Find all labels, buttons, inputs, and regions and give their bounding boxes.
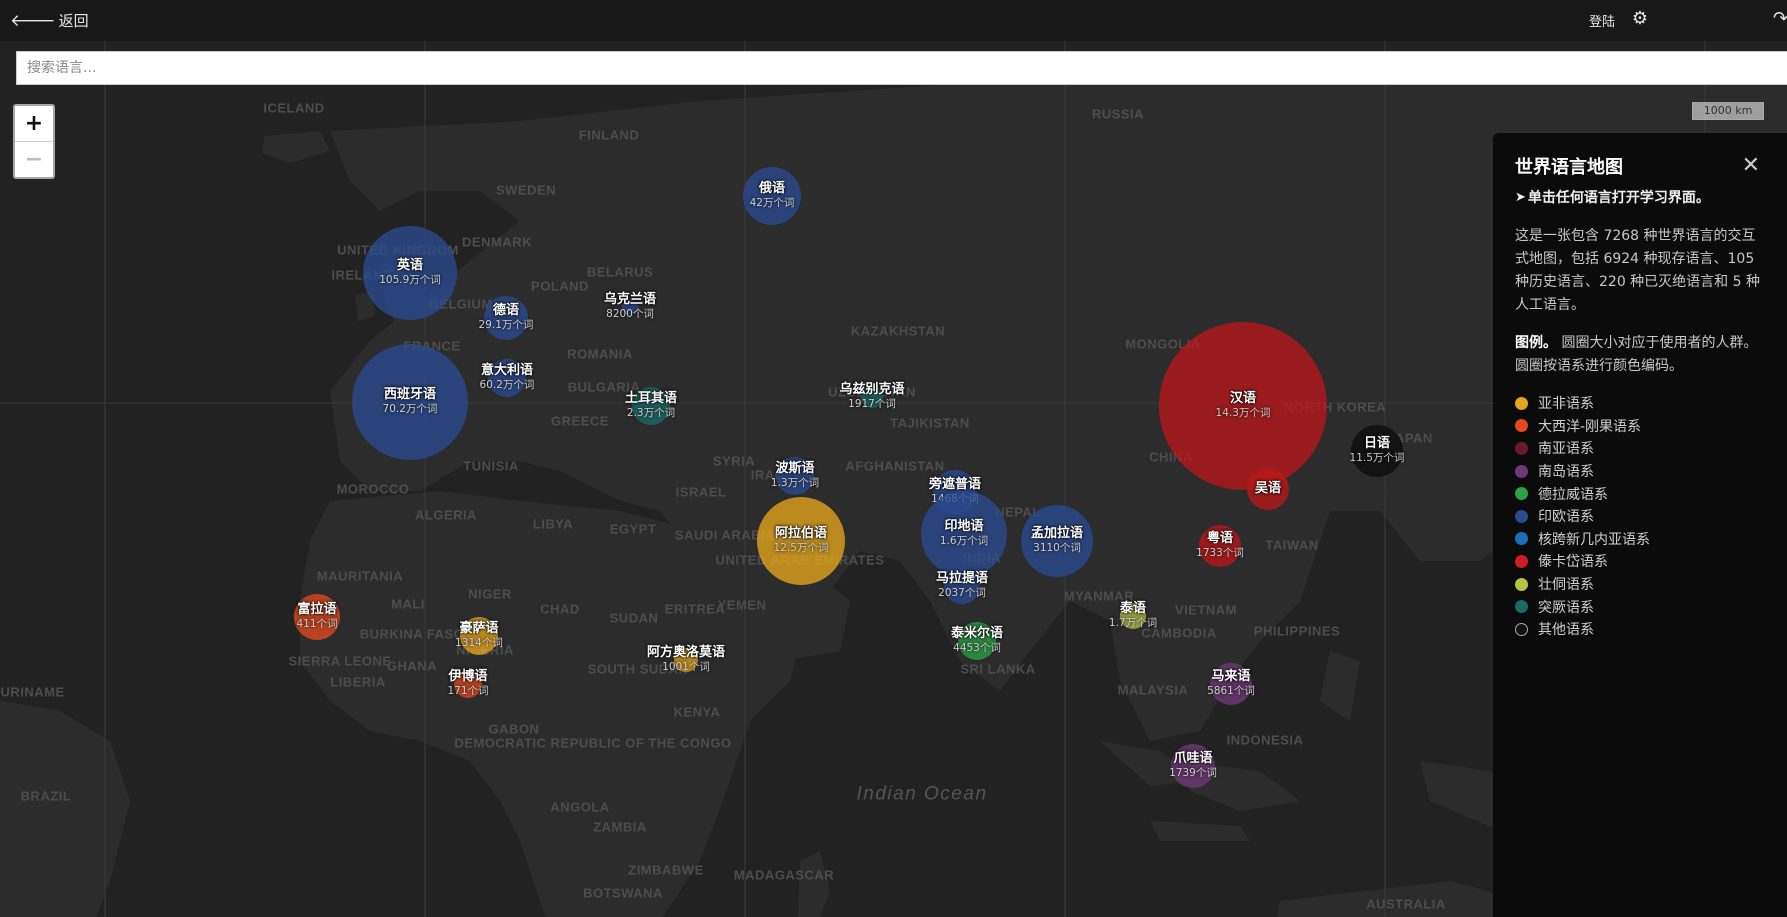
arrow-left-icon: 🡐 [10,10,56,31]
zoom-in-button[interactable]: + [15,106,53,141]
search-input[interactable] [16,51,1787,85]
legend-item: 核跨新几内亚语系 [1515,528,1765,551]
legend-title: 图例。 [1515,335,1557,351]
legend-swatch [1515,600,1528,614]
legend-list: 亚非语系大西洋-刚果语系 南亚语系南岛语系德拉威语系印欧语系核跨新几内亚语系 傣卡岱… [1515,392,1765,641]
info-panel: 世界语言地图 ✕ ➤ 单击任何语言打开学习界面。 这是一张包含 7268 种世界… [1493,133,1787,917]
cursor-icon: ➤ [1515,189,1526,205]
language-bubble[interactable] [958,622,996,660]
legend-swatch [1515,441,1528,455]
close-icon[interactable]: ✕ [1742,153,1760,178]
legend-item: 傣卡岱语系 [1515,550,1765,573]
legend-label: 大西洋-刚果语系 [1538,418,1642,435]
legend-swatch [1515,396,1528,410]
legend-label: 德拉威语系 [1538,486,1608,503]
scale-bar: 1000 km [1692,102,1764,120]
language-bubble[interactable] [743,167,801,225]
legend-label: 其他语系 [1538,622,1594,639]
language-bubble[interactable] [944,568,980,604]
panel-hint-text: 单击任何语言打开学习界面。 [1527,190,1710,206]
language-bubble[interactable] [1021,505,1093,577]
legend-swatch [1515,464,1528,478]
legend-item: 亚非语系 [1515,392,1765,415]
language-bubble[interactable] [488,359,526,397]
back-label: 返回 [58,12,89,30]
legend-swatch [1515,622,1528,636]
legend-swatch [1515,532,1528,546]
language-bubble[interactable] [1171,744,1215,788]
language-bubble[interactable] [1247,468,1289,510]
legend-swatch [1515,419,1528,433]
language-bubble[interactable] [484,296,528,340]
legend-description: 图例。 圆圈大小对应于使用者的人群。圆圈按语系进行颜色编码。 [1515,332,1765,378]
legend-item: 南岛语系 [1515,460,1765,483]
legend-item: 印欧语系 [1515,505,1765,528]
language-bubble[interactable] [776,457,814,495]
language-bubble[interactable] [294,594,340,640]
legend-item: 德拉威语系 [1515,482,1765,505]
language-bubble[interactable] [622,299,638,315]
legend-item: 突厥语系 [1515,595,1765,618]
top-bar: 🡐 返回 登陆 ⚙ ↷ [0,0,1787,41]
legend-label: 壮侗语系 [1538,577,1594,594]
legend-label: 傣卡岱语系 [1538,554,1608,571]
legend-swatch [1515,577,1528,591]
gear-icon[interactable]: ⚙ [1632,8,1648,29]
legend-item: 壮侗语系 [1515,573,1765,596]
share-icon[interactable]: ↷ [1773,8,1787,29]
language-bubble[interactable] [632,387,670,425]
legend-label: 核跨新几内亚语系 [1538,531,1650,548]
language-bubble[interactable] [454,670,482,698]
legend-item: 南亚语系 [1515,437,1765,460]
language-bubble[interactable] [757,497,845,585]
language-bubble[interactable] [352,344,468,460]
legend-label: 亚非语系 [1538,396,1594,413]
language-bubble[interactable] [674,648,698,672]
language-bubble[interactable] [460,617,498,655]
panel-title: 世界语言地图 [1515,157,1623,178]
legend-item: 大西洋-刚果语系 [1515,415,1765,438]
zoom-control: + − [13,104,55,179]
zoom-out-button[interactable]: − [15,141,53,177]
language-bubble[interactable] [1210,663,1252,705]
language-bubble[interactable] [363,226,457,320]
legend-label: 突厥语系 [1538,599,1594,616]
language-bubble[interactable] [1120,603,1146,629]
legend-item: 其他语系 [1515,618,1765,641]
legend-swatch [1515,554,1528,568]
legend-swatch [1515,509,1528,523]
back-button[interactable]: 🡐 返回 [10,10,89,31]
legend-swatch [1515,487,1528,501]
panel-hint: ➤ 单击任何语言打开学习界面。 [1515,187,1765,207]
legend-label: 南亚语系 [1538,441,1594,458]
login-link[interactable]: 登陆 [1589,11,1615,30]
language-bubble[interactable] [1351,425,1403,477]
language-bubble[interactable] [921,491,1007,577]
language-bubble[interactable] [861,386,883,408]
language-bubble[interactable] [1159,322,1327,490]
legend-label: 南岛语系 [1538,464,1594,481]
language-bubble[interactable] [1199,525,1241,567]
legend-label: 印欧语系 [1538,509,1594,526]
panel-description: 这是一张包含 7268 种世界语言的交互式地图，包括 6924 种现存语言、10… [1515,228,1760,313]
